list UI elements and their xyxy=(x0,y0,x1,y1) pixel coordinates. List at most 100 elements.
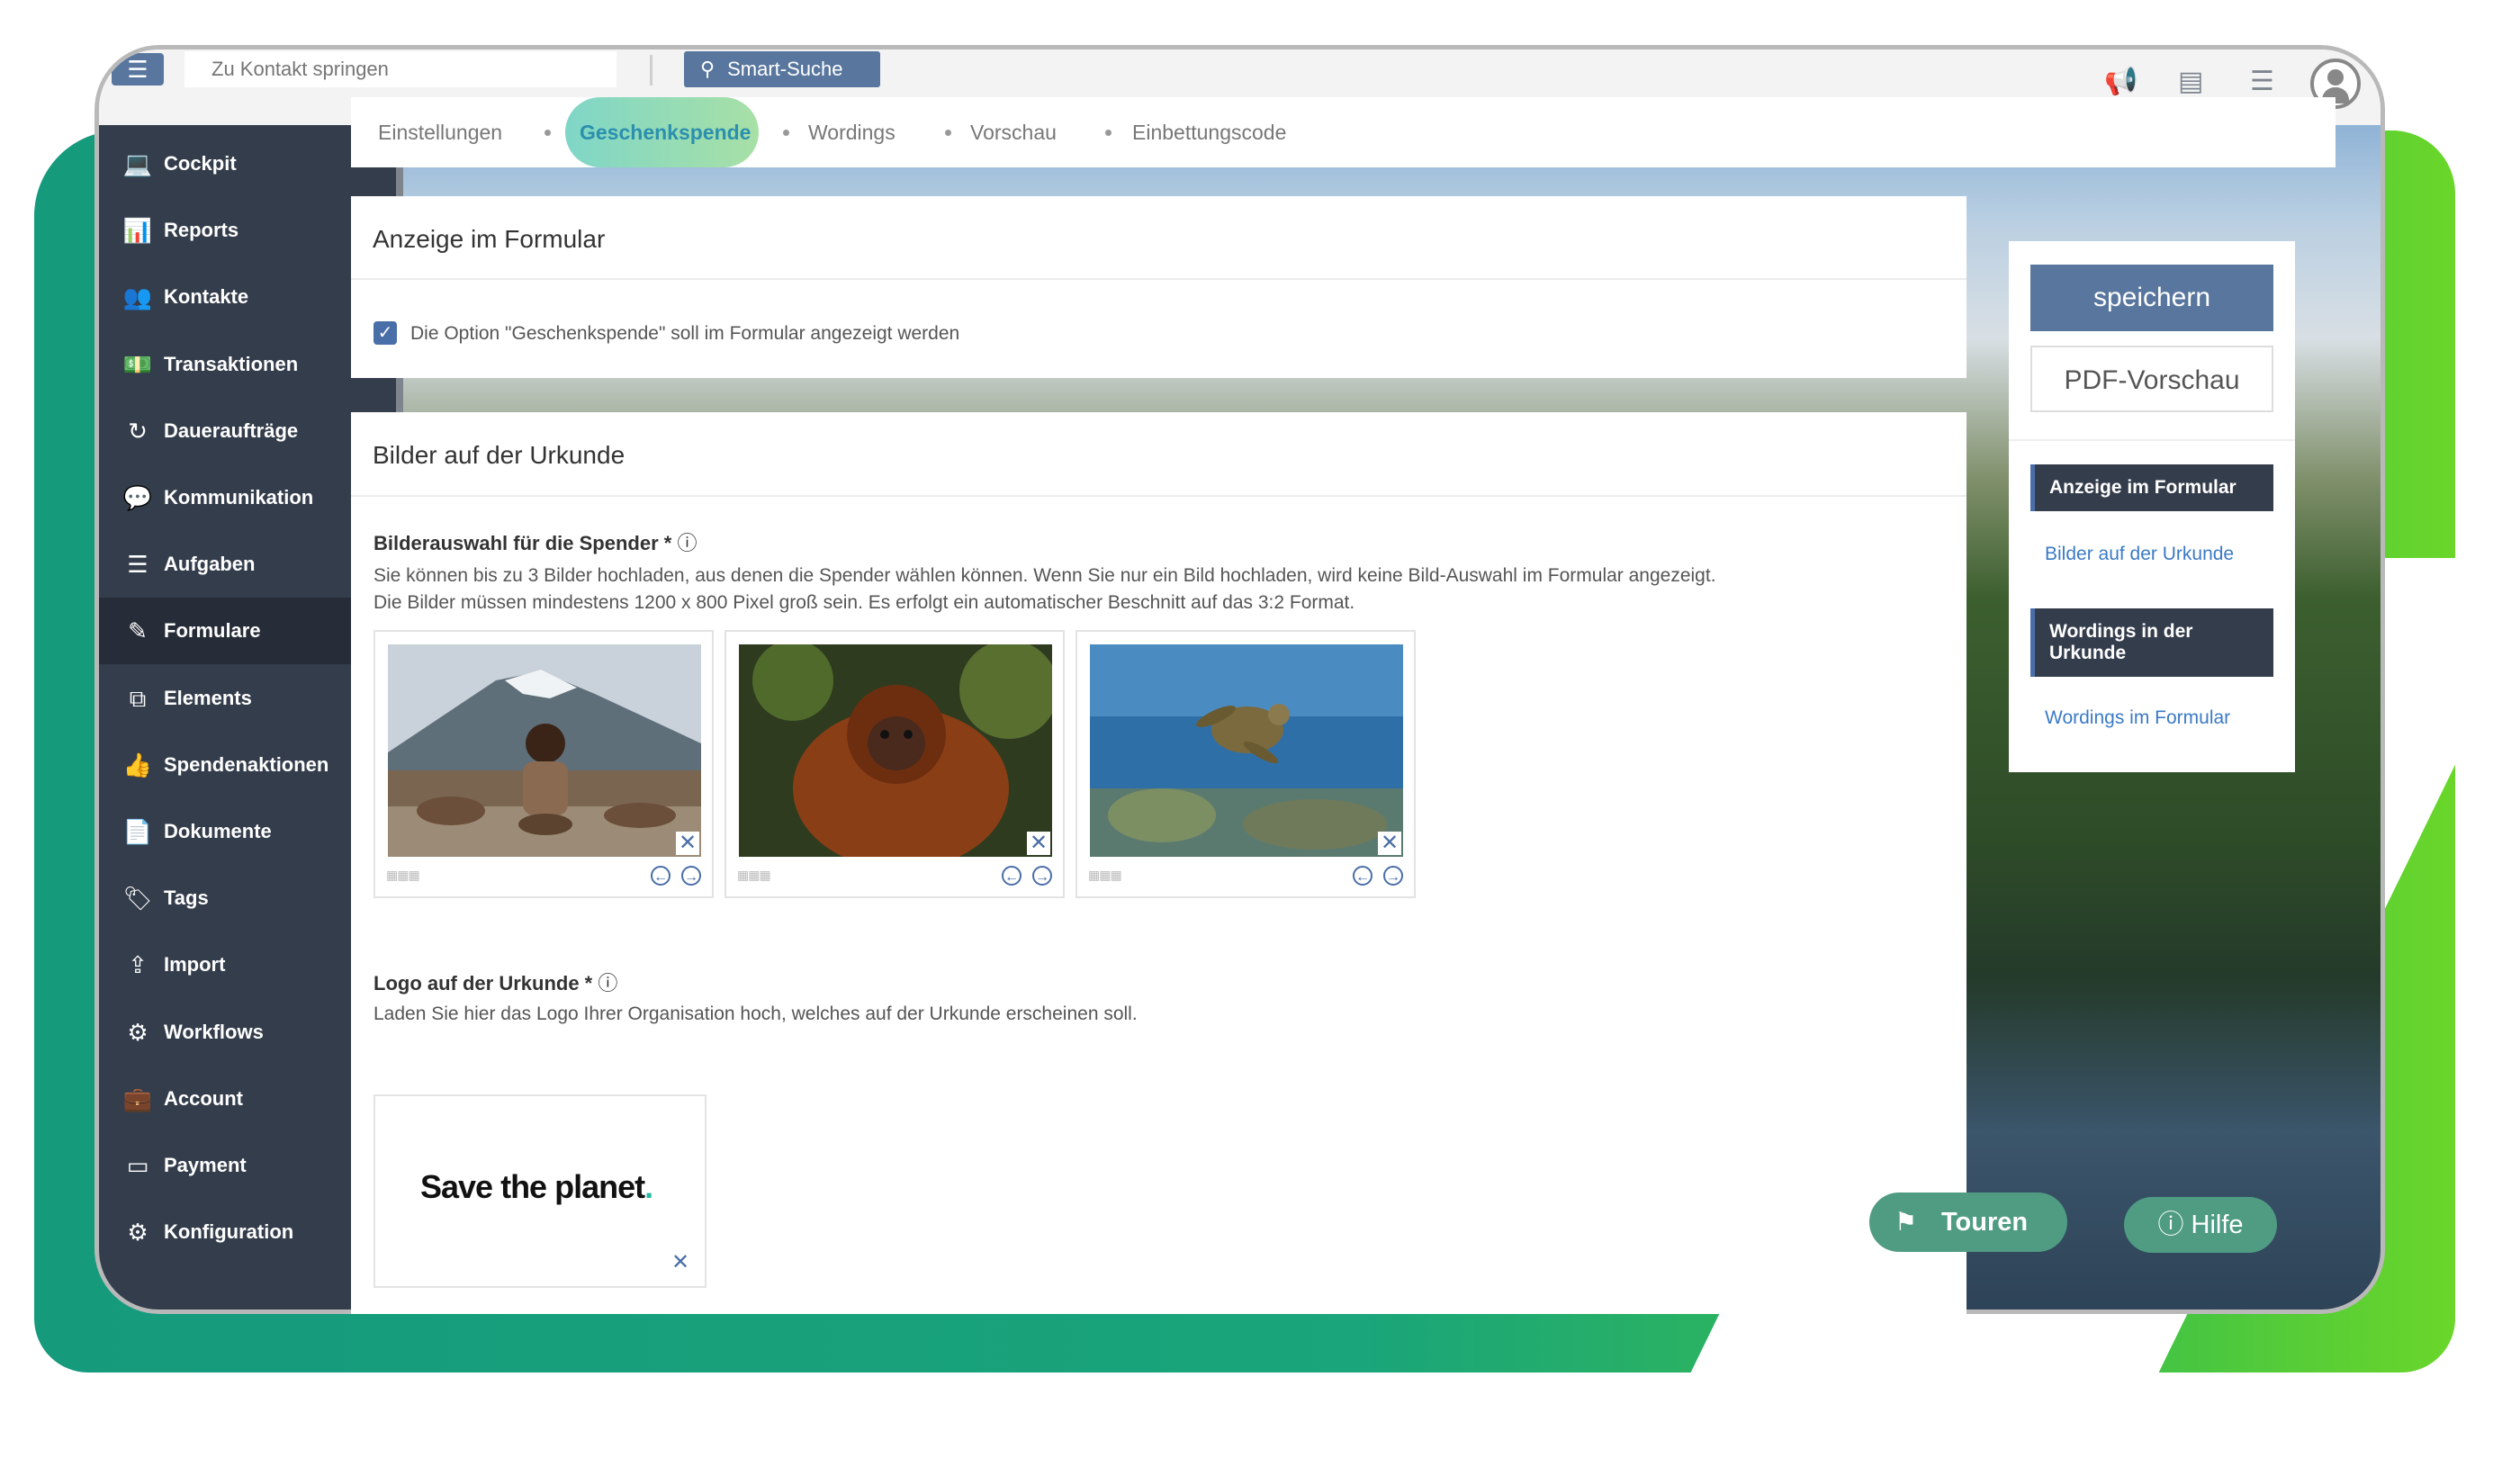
panel-title: Bilder auf der Urkunde xyxy=(373,441,626,469)
sidebar-item-label: Dokumente xyxy=(164,820,272,842)
recurring-icon: ↻ xyxy=(128,417,148,445)
menu-icon: ☰ xyxy=(127,56,148,83)
laptop-icon: 💻 xyxy=(122,150,153,177)
remove-image-button[interactable]: ✕ xyxy=(676,832,699,855)
gear-icon: ⚙ xyxy=(127,1219,148,1246)
sea-turtle-image xyxy=(1090,644,1403,857)
logo-dot: . xyxy=(644,1168,653,1205)
remove-image-button[interactable]: ✕ xyxy=(1378,832,1401,855)
sidebar-item-label: Kontakte xyxy=(164,285,249,309)
section-nav-anzeige-im-formular[interactable]: Anzeige im Formular xyxy=(2030,464,2273,511)
logo-label-text: Logo auf der Urkunde * xyxy=(374,972,593,994)
tab-vorschau[interactable]: Vorschau xyxy=(970,121,1057,145)
move-left-icon[interactable]: ← xyxy=(1353,866,1372,886)
help-label: Hilfe xyxy=(2191,1210,2244,1239)
upload-icon: ⇪ xyxy=(128,951,148,979)
move-right-icon[interactable]: → xyxy=(681,866,701,886)
sidebar-item-label: Aufgaben xyxy=(164,553,256,576)
sidebar-item-label: Reports xyxy=(164,219,239,242)
edit-icon: ✎ xyxy=(128,617,148,645)
child-with-pottery-image xyxy=(388,644,701,857)
sidebar-item-label: Account xyxy=(164,1086,243,1110)
logo-card: Save the planet. ✕ xyxy=(374,1094,706,1288)
tab-wordings[interactable]: Wordings xyxy=(808,121,896,145)
remove-image-button[interactable]: ✕ xyxy=(1027,832,1050,855)
tab-einstellungen[interactable]: Einstellungen xyxy=(378,121,502,145)
drag-handle-icon[interactable]: ▦▦▦ xyxy=(1088,868,1122,883)
move-right-icon[interactable]: → xyxy=(1032,866,1052,886)
tab-geschenkspende[interactable]: Geschenkspende xyxy=(580,121,751,145)
remove-logo-button[interactable]: ✕ xyxy=(669,1251,692,1274)
logo-help-text: Laden Sie hier das Logo Ihrer Organisati… xyxy=(374,1004,1138,1024)
menu-toggle-button[interactable]: ☰ xyxy=(112,53,164,86)
search-icon: ⚲ xyxy=(700,58,716,80)
images-help-text-1: Sie können bis zu 3 Bilder hochladen, au… xyxy=(374,565,1716,586)
pdf-preview-button[interactable]: PDF-Vorschau xyxy=(2030,346,2273,412)
image-card-3: ✕ ▦▦▦ ← → xyxy=(1076,630,1416,898)
show-option-checkbox[interactable]: ✓ xyxy=(374,321,397,345)
info-icon[interactable]: ⓘ xyxy=(677,532,697,554)
panel-divider xyxy=(351,495,1966,497)
save-button[interactable]: speichern xyxy=(2030,265,2273,331)
smart-search-button[interactable]: ⚲ Smart-Suche xyxy=(684,51,880,87)
section-nav-wordings-in-der-urkunde[interactable]: Wordings in der Urkunde xyxy=(2030,608,2273,677)
tab-separator-dot xyxy=(1105,130,1112,136)
drag-handle-icon[interactable]: ▦▦▦ xyxy=(737,868,771,883)
move-right-icon[interactable]: → xyxy=(1383,866,1403,886)
panel-title: Anzeige im Formular xyxy=(373,225,606,253)
topbar-separator xyxy=(650,55,652,86)
sidebar-item-label: Cockpit xyxy=(164,152,237,175)
section-nav-bilder-auf-der-urkunde[interactable]: Bilder auf der Urkunde xyxy=(2030,531,2273,578)
sidebar-item-label: Import xyxy=(164,953,226,976)
puzzle-icon: ⧉ xyxy=(129,684,147,712)
money-icon: 💵 xyxy=(122,350,153,378)
robot-icon: ⚙ xyxy=(127,1018,148,1046)
info-icon[interactable]: ⓘ xyxy=(598,972,617,994)
drag-handle-icon[interactable]: ▦▦▦ xyxy=(386,868,420,883)
users-icon: 👥 xyxy=(122,284,153,311)
image-card-2: ✕ ▦▦▦ ← → xyxy=(724,630,1065,898)
right-panel-divider xyxy=(2009,439,2295,441)
tours-label: Touren xyxy=(1941,1208,2029,1237)
help-button[interactable]: ⓘ Hilfe xyxy=(2124,1197,2277,1253)
smart-search-label: Smart-Suche xyxy=(727,58,843,80)
sidebar-item-label: Konfiguration xyxy=(164,1220,294,1244)
right-panel: speichern PDF-Vorschau Anzeige im Formul… xyxy=(2009,241,2295,772)
sidebar-item-label: Elements xyxy=(164,686,252,709)
thumbs-up-icon: 👍 xyxy=(122,751,153,778)
sidebar-item-label: Workflows xyxy=(164,1020,264,1043)
organization-logo: Save the planet. xyxy=(420,1168,653,1206)
tab-separator-dot xyxy=(544,130,551,136)
logo-label: Logo auf der Urkunde * ⓘ xyxy=(374,968,617,996)
sidebar-item-label: Formulare xyxy=(164,619,261,643)
move-left-icon[interactable]: ← xyxy=(1002,866,1022,886)
tours-button[interactable]: ⚑ Touren xyxy=(1869,1192,2067,1252)
document-icon: 📄 xyxy=(122,818,153,845)
sidebar-item-label: Spendenaktionen xyxy=(164,752,329,776)
news-icon[interactable]: ▤ xyxy=(2178,66,2203,97)
megaphone-icon[interactable]: 📢 xyxy=(2104,66,2138,97)
sidebar-item-label: Tags xyxy=(164,886,209,910)
tag-icon: 🏷 xyxy=(122,885,153,913)
section-nav-wordings-im-formular[interactable]: Wordings im Formular xyxy=(2030,695,2273,742)
tab-separator-dot xyxy=(783,130,789,136)
contact-jump-input[interactable] xyxy=(184,51,616,87)
logo-text: Save the planet xyxy=(420,1168,645,1205)
sidebar-item-label: Payment xyxy=(164,1154,247,1176)
images-label-text: Bilderauswahl für die Spender * xyxy=(374,532,672,554)
checklist-icon: ☰ xyxy=(127,551,148,579)
image-card-1: ✕ ▦▦▦ ← → xyxy=(374,630,714,898)
chart-icon: 📊 xyxy=(122,217,153,245)
chat-icon: 💬 xyxy=(122,484,153,511)
panel-anzeige-im-formular: Anzeige im Formular ✓ Die Option "Gesche… xyxy=(351,196,1966,378)
orangutan-image xyxy=(739,644,1052,857)
question-icon: ⓘ xyxy=(2157,1210,2184,1239)
tab-einbettungscode[interactable]: Einbettungscode xyxy=(1132,121,1286,145)
tasks-icon[interactable]: ☰ xyxy=(2250,66,2274,97)
panel-bilder-auf-der-urkunde: Bilder auf der Urkunde Bilderauswahl für… xyxy=(351,412,1966,1314)
tab-separator-dot xyxy=(945,130,951,136)
panel-divider xyxy=(351,278,1966,280)
move-left-icon[interactable]: ← xyxy=(651,866,670,886)
sidebar-item-label: Transaktionen xyxy=(164,352,299,375)
sidebar-item-label: Kommunikation xyxy=(164,486,314,508)
